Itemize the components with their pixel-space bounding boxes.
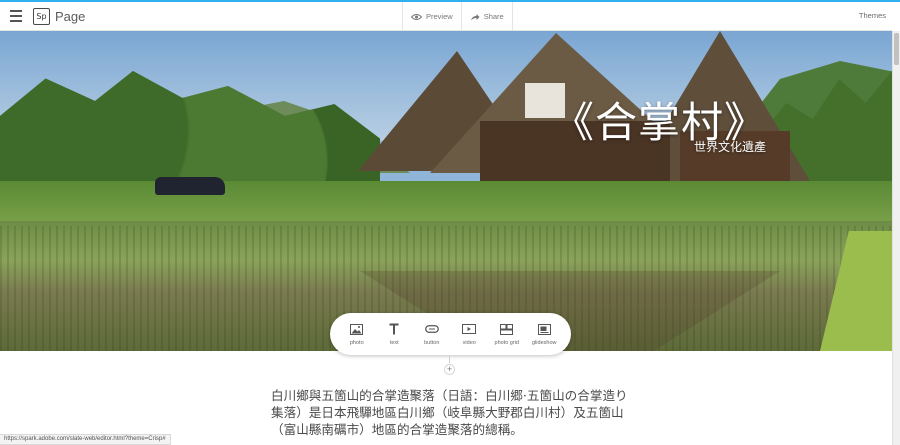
tool-photo-grid-label: photo grid <box>494 340 519 346</box>
tool-video-label: video <box>462 340 476 346</box>
body-paragraph[interactable]: 白川鄉與五箇山的合掌造聚落（日語：白川郷·五箇山の合掌造り集落）是日本飛驒地區白… <box>271 387 633 438</box>
hero-car <box>155 177 225 195</box>
button-icon <box>424 325 439 333</box>
share-button[interactable]: Share <box>462 2 513 31</box>
app-logo[interactable]: Sp Page <box>33 7 85 25</box>
text-icon <box>389 323 399 335</box>
add-block-button[interactable]: + <box>444 364 455 375</box>
hamburger-menu-icon[interactable] <box>10 10 22 22</box>
add-content-toolbox: photo text button video photo grid glide… <box>330 313 571 355</box>
video-icon <box>462 324 477 334</box>
tool-photo[interactable]: photo <box>339 322 375 346</box>
share-label: Share <box>483 12 504 21</box>
app-name: Page <box>55 8 86 24</box>
tool-text[interactable]: text <box>376 322 412 346</box>
hero-image[interactable]: 《合掌村》 世界文化遺產 <box>0 31 892 351</box>
hero-ground <box>0 181 892 226</box>
preview-label: Preview <box>426 12 453 21</box>
tool-photo-grid[interactable]: photo grid <box>489 322 525 346</box>
tool-glideshow-label: glideshow <box>532 340 557 346</box>
themes-button[interactable]: Themes <box>859 11 886 20</box>
photo-icon <box>350 323 364 335</box>
tool-video[interactable]: video <box>451 322 487 346</box>
tool-photo-label: photo <box>349 340 364 346</box>
eye-icon <box>411 13 422 20</box>
add-block-connector <box>449 355 450 363</box>
tool-text-label: text <box>389 340 399 346</box>
topbar-actions: Preview Share <box>402 2 513 31</box>
spark-page-logo-icon: Sp <box>33 7 50 25</box>
vertical-scrollbar[interactable] <box>892 31 900 445</box>
top-bar: Sp Page Preview Share Themes <box>0 2 892 31</box>
tool-button-label: button <box>424 340 440 346</box>
hero-subtitle[interactable]: 世界文化遺產 <box>694 138 766 155</box>
photo-grid-icon <box>500 323 514 335</box>
glideshow-icon <box>537 323 551 335</box>
tool-button[interactable]: button <box>414 322 450 346</box>
share-arrow-icon <box>470 13 480 20</box>
preview-button[interactable]: Preview <box>403 2 462 31</box>
scrollbar-thumb[interactable] <box>894 33 899 65</box>
status-bar-url: https://spark.adobe.com/slate-web/editor… <box>0 434 171 445</box>
tool-glideshow[interactable]: glideshow <box>526 322 562 346</box>
